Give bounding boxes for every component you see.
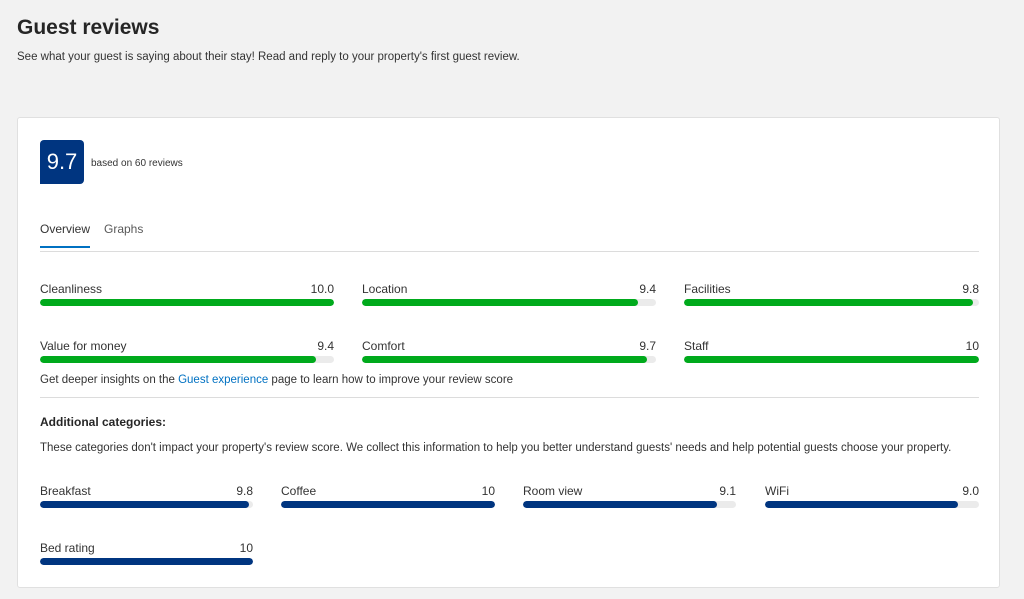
- score-bar-fill: [684, 299, 974, 306]
- category-comfort: Comfort 9.7: [362, 339, 656, 369]
- category-label: Facilities: [684, 282, 731, 296]
- category-label: Bed rating: [40, 541, 95, 555]
- score-badge: 9.7: [40, 140, 84, 184]
- score-bar: [362, 299, 656, 306]
- category-value-for-money: Value for money 9.4: [40, 339, 334, 369]
- score-bar: [684, 299, 979, 306]
- tab-graphs[interactable]: Graphs: [104, 222, 143, 246]
- score-bar-fill: [40, 558, 253, 565]
- score-bar: [523, 501, 736, 508]
- score-bar-fill: [523, 501, 717, 508]
- category-wifi: WiFi 9.0: [765, 484, 979, 514]
- score-bar: [362, 356, 656, 363]
- category-score: 10: [481, 484, 495, 498]
- category-score: 10: [239, 541, 253, 555]
- category-score: 9.4: [317, 339, 334, 353]
- category-label: Coffee: [281, 484, 317, 498]
- score-caption: based on 60 reviews: [91, 158, 183, 169]
- category-score: 9.8: [962, 282, 979, 296]
- category-cleanliness: Cleanliness 10.0: [40, 282, 334, 312]
- score-bar-fill: [281, 501, 495, 508]
- page-subtitle: See what your guest is saying about thei…: [17, 51, 520, 63]
- score-bar-fill: [362, 356, 648, 363]
- score-bar: [40, 558, 253, 565]
- divider: [40, 397, 979, 398]
- category-score: 9.4: [639, 282, 656, 296]
- category-breakfast: Breakfast 9.8: [40, 484, 253, 514]
- category-score: 10.0: [310, 282, 334, 296]
- category-label: Staff: [684, 339, 709, 353]
- category-score: 9.0: [962, 484, 979, 498]
- category-score: 9.1: [719, 484, 736, 498]
- score-bar-fill: [40, 501, 249, 508]
- score-bar-fill: [684, 356, 979, 363]
- category-facilities: Facilities 9.8: [684, 282, 979, 312]
- score-bar-fill: [765, 501, 958, 508]
- category-location: Location 9.4: [362, 282, 656, 312]
- score-bar: [684, 356, 979, 363]
- score-bar-fill: [362, 299, 639, 306]
- insight-suffix: page to learn how to improve your review…: [268, 374, 514, 386]
- score-bar: [281, 501, 495, 508]
- category-label: Breakfast: [40, 484, 91, 498]
- category-label: Value for money: [40, 339, 127, 353]
- score-bar: [40, 356, 334, 363]
- tab-overview[interactable]: Overview: [40, 222, 91, 248]
- page-title: Guest reviews: [17, 16, 160, 39]
- category-score: 9.8: [236, 484, 253, 498]
- category-label: WiFi: [765, 484, 789, 498]
- category-label: Cleanliness: [40, 282, 103, 296]
- category-score: 9.7: [639, 339, 656, 353]
- guest-experience-link[interactable]: Guest experience: [178, 374, 268, 386]
- category-label: Comfort: [362, 339, 405, 353]
- score-bar: [765, 501, 979, 508]
- reviews-card: 9.7 based on 60 reviews Overview Graphs …: [17, 117, 1000, 588]
- tab-bar: Overview Graphs: [40, 220, 979, 252]
- category-label: Room view: [523, 484, 583, 498]
- category-label: Location: [362, 282, 408, 296]
- insight-text: Get deeper insights on the Guest experie…: [40, 374, 513, 386]
- category-room-view: Room view 9.1: [523, 484, 736, 514]
- score-bar: [40, 299, 334, 306]
- additional-categories-title: Additional categories:: [40, 415, 167, 429]
- insight-prefix: Get deeper insights on the: [40, 374, 179, 386]
- score-bar: [40, 501, 253, 508]
- score-bar-fill: [40, 299, 334, 306]
- category-staff: Staff 10: [684, 339, 979, 369]
- additional-categories-description: These categories don't impact your prope…: [40, 442, 952, 454]
- score-bar-fill: [40, 356, 317, 363]
- category-coffee: Coffee 10: [281, 484, 495, 514]
- category-bed-rating: Bed rating 10: [40, 541, 253, 571]
- category-score: 10: [965, 339, 979, 353]
